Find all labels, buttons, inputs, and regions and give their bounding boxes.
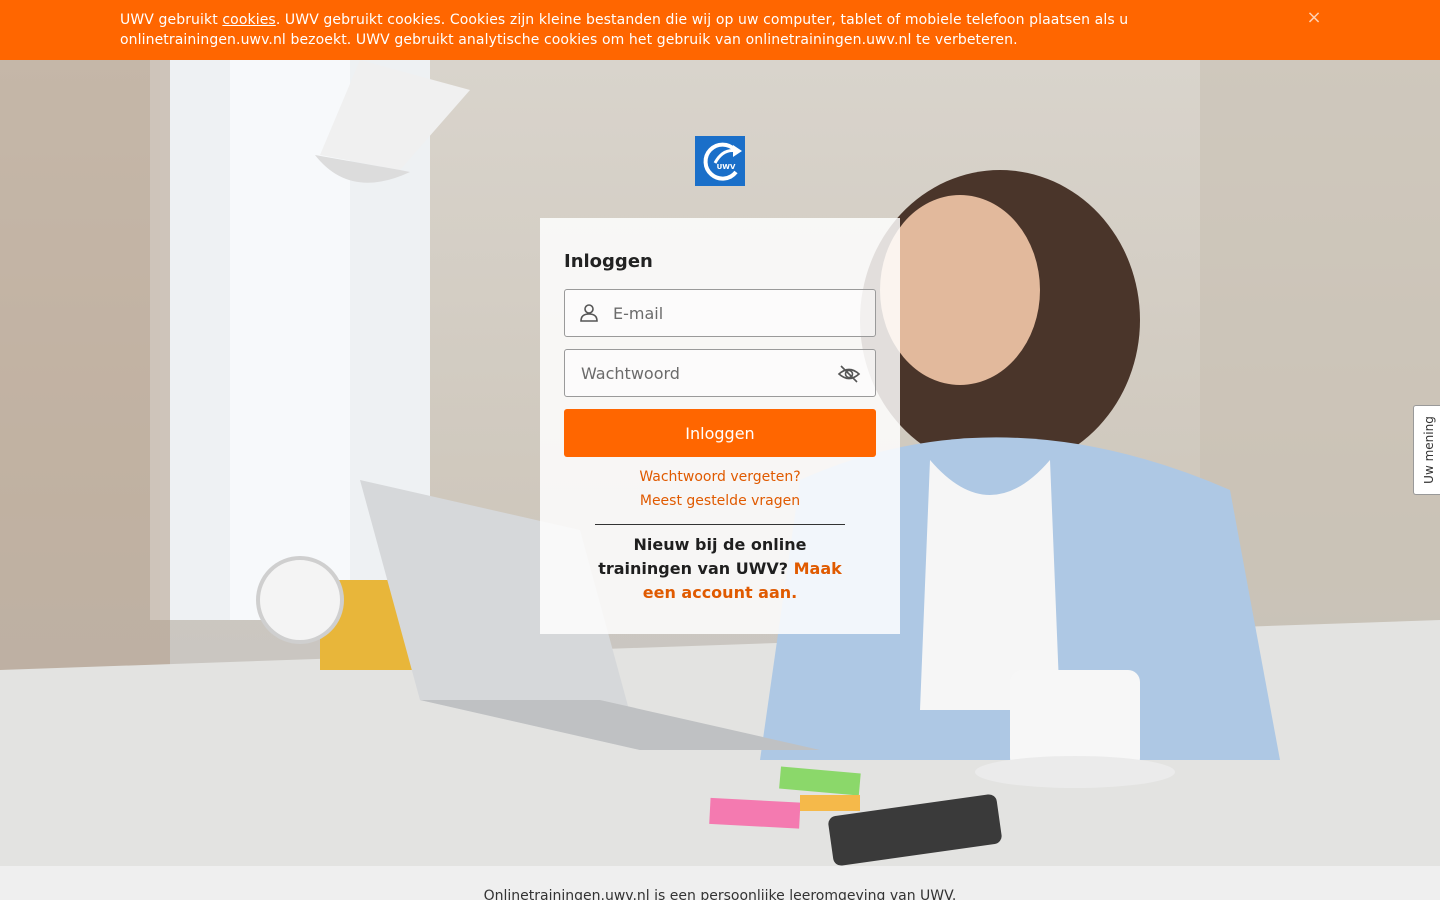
email-input[interactable] <box>613 290 868 336</box>
close-icon[interactable]: × <box>1303 7 1325 29</box>
logo-text: UWV <box>717 163 736 171</box>
login-button[interactable]: Inloggen <box>564 409 876 457</box>
password-field[interactable] <box>564 349 876 397</box>
user-icon <box>580 304 598 322</box>
faq-link[interactable]: Meest gestelde vragen <box>540 491 900 511</box>
login-title: Inloggen <box>564 251 653 272</box>
signup-prompt: Nieuw bij de online trainingen van UWV? … <box>590 533 850 605</box>
password-input[interactable] <box>581 350 831 396</box>
footer: Onlinetrainingen.uwv.nl is een persoonli… <box>0 866 1440 900</box>
footer-text: Onlinetrainingen.uwv.nl is een persoonli… <box>483 888 957 900</box>
cookie-banner-text: UWV gebruikt cookies. UWV gebruikt cooki… <box>120 10 1295 50</box>
divider <box>595 524 845 525</box>
cookie-text-prefix: UWV gebruikt <box>120 12 223 28</box>
cookie-banner: UWV gebruikt cookies. UWV gebruikt cooki… <box>0 0 1440 60</box>
email-field[interactable] <box>564 289 876 337</box>
login-card: Inloggen Inloggen Wachtwoord vergeten? M… <box>540 218 900 634</box>
feedback-label: Uw mening <box>1421 416 1436 484</box>
uwv-logo: UWV <box>695 136 745 186</box>
signup-text: Nieuw bij de online trainingen van UWV? <box>598 535 807 578</box>
eye-slash-icon[interactable] <box>837 362 861 386</box>
uwv-logo-icon: UWV <box>695 136 745 186</box>
forgot-password-link[interactable]: Wachtwoord vergeten? <box>540 467 900 487</box>
cookies-link[interactable]: cookies <box>222 12 275 28</box>
feedback-tab[interactable]: Uw mening <box>1413 405 1440 495</box>
